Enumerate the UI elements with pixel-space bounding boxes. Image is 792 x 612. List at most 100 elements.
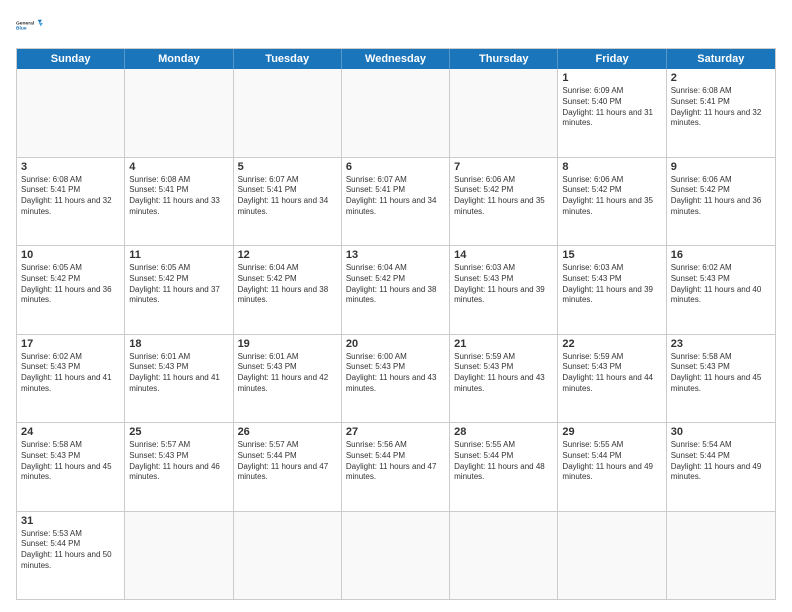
day-number: 17 [21,338,120,350]
cell-info: Sunrise: 6:09 AMSunset: 5:40 PMDaylight:… [562,86,661,129]
empty-cell [17,69,125,157]
day-number: 3 [21,161,120,173]
day-cell-8: 8 Sunrise: 6:06 AMSunset: 5:42 PMDaylight… [558,158,666,246]
day-number: 8 [562,161,661,173]
day-number: 18 [129,338,228,350]
day-number: 29 [562,426,661,438]
day-header-sunday: Sunday [17,49,125,69]
day-cell-30: 30Sunrise: 5:54 AMSunset: 5:44 PMDayligh… [667,423,775,511]
day-number: 6 [346,161,445,173]
cell-info: Sunrise: 6:02 AMSunset: 5:43 PMDaylight:… [671,263,771,306]
day-number: 19 [238,338,337,350]
day-cell-13: 13 Sunrise: 6:04 AMSunset: 5:42 PMDayligh… [342,246,450,334]
cell-info: Sunrise: 5:58 AMSunset: 5:43 PMDaylight:… [21,440,120,483]
day-number: 4 [129,161,228,173]
day-header-thursday: Thursday [450,49,558,69]
day-cell-26: 26Sunrise: 5:57 AMSunset: 5:44 PMDayligh… [234,423,342,511]
day-cell-21: 21 Sunrise: 5:59 AMSunset: 5:43 PMDayligh… [450,335,558,423]
logo: GeneralBlue [16,12,44,40]
day-cell-25: 25Sunrise: 5:57 AMSunset: 5:43 PMDayligh… [125,423,233,511]
day-cell-6: 6 Sunrise: 6:07 AMSunset: 5:41 PMDaylight… [342,158,450,246]
day-number: 22 [562,338,661,350]
day-cell-17: 17 Sunrise: 6:02 AMSunset: 5:43 PMDayligh… [17,335,125,423]
day-cell-3: 3Sunrise: 6:08 AMSunset: 5:41 PMDaylight… [17,158,125,246]
day-cell-2: 2 Sunrise: 6:08 AMSunset: 5:41 PMDaylight… [667,69,775,157]
calendar-row-2: 3Sunrise: 6:08 AMSunset: 5:41 PMDaylight… [17,157,775,246]
calendar-page: GeneralBlue SundayMondayTuesdayWednesday… [0,0,792,612]
calendar-header: SundayMondayTuesdayWednesdayThursdayFrid… [17,49,775,69]
day-number: 16 [671,249,771,261]
empty-cell [450,69,558,157]
cell-info: Sunrise: 6:06 AMSunset: 5:42 PMDaylight:… [671,175,771,218]
cell-info: Sunrise: 6:04 AMSunset: 5:42 PMDaylight:… [346,263,445,306]
cell-info: Sunrise: 5:55 AMSunset: 5:44 PMDaylight:… [562,440,661,483]
day-number: 13 [346,249,445,261]
cell-info: Sunrise: 5:58 AMSunset: 5:43 PMDaylight:… [671,352,771,395]
cell-info: Sunrise: 6:02 AMSunset: 5:43 PMDaylight:… [21,352,120,395]
day-number: 27 [346,426,445,438]
day-number: 11 [129,249,228,261]
empty-cell [234,512,342,600]
day-number: 12 [238,249,337,261]
day-cell-28: 28Sunrise: 5:55 AMSunset: 5:44 PMDayligh… [450,423,558,511]
cell-info: Sunrise: 5:57 AMSunset: 5:44 PMDaylight:… [238,440,337,483]
empty-cell [667,512,775,600]
day-cell-1: 1 Sunrise: 6:09 AMSunset: 5:40 PMDaylight… [558,69,666,157]
calendar-row-6: 31Sunrise: 5:53 AMSunset: 5:44 PMDayligh… [17,511,775,600]
day-cell-29: 29 Sunrise: 5:55 AMSunset: 5:44 PMDayligh… [558,423,666,511]
day-number: 14 [454,249,553,261]
day-number: 31 [21,515,120,527]
calendar-row-1: 1 Sunrise: 6:09 AMSunset: 5:40 PMDaylight… [17,69,775,157]
day-cell-24: 24 Sunrise: 5:58 AMSunset: 5:43 PMDayligh… [17,423,125,511]
header: GeneralBlue [16,12,776,40]
day-number: 7 [454,161,553,173]
day-number: 24 [21,426,120,438]
cell-info: Sunrise: 6:07 AMSunset: 5:41 PMDaylight:… [346,175,445,218]
day-cell-10: 10Sunrise: 6:05 AMSunset: 5:42 PMDayligh… [17,246,125,334]
calendar-row-4: 17 Sunrise: 6:02 AMSunset: 5:43 PMDayligh… [17,334,775,423]
day-cell-23: 23Sunrise: 5:58 AMSunset: 5:43 PMDayligh… [667,335,775,423]
cell-info: Sunrise: 6:01 AMSunset: 5:43 PMDaylight:… [238,352,337,395]
day-cell-15: 15 Sunrise: 6:03 AMSunset: 5:43 PMDayligh… [558,246,666,334]
day-cell-16: 16 Sunrise: 6:02 AMSunset: 5:43 PMDayligh… [667,246,775,334]
day-cell-9: 9Sunrise: 6:06 AMSunset: 5:42 PMDaylight… [667,158,775,246]
calendar: SundayMondayTuesdayWednesdayThursdayFrid… [16,48,776,600]
cell-info: Sunrise: 6:03 AMSunset: 5:43 PMDaylight:… [562,263,661,306]
day-number: 15 [562,249,661,261]
day-number: 1 [562,72,661,84]
empty-cell [234,69,342,157]
cell-info: Sunrise: 6:08 AMSunset: 5:41 PMDaylight:… [671,86,771,129]
day-number: 5 [238,161,337,173]
day-cell-18: 18Sunrise: 6:01 AMSunset: 5:43 PMDayligh… [125,335,233,423]
cell-info: Sunrise: 6:06 AMSunset: 5:42 PMDaylight:… [562,175,661,218]
day-header-tuesday: Tuesday [234,49,342,69]
calendar-row-5: 24 Sunrise: 5:58 AMSunset: 5:43 PMDayligh… [17,422,775,511]
day-header-monday: Monday [125,49,233,69]
cell-info: Sunrise: 6:07 AMSunset: 5:41 PMDaylight:… [238,175,337,218]
cell-info: Sunrise: 6:04 AMSunset: 5:42 PMDaylight:… [238,263,337,306]
calendar-body: 1 Sunrise: 6:09 AMSunset: 5:40 PMDaylight… [17,69,775,599]
day-cell-11: 11 Sunrise: 6:05 AMSunset: 5:42 PMDayligh… [125,246,233,334]
day-number: 20 [346,338,445,350]
day-number: 10 [21,249,120,261]
day-cell-14: 14 Sunrise: 6:03 AMSunset: 5:43 PMDayligh… [450,246,558,334]
day-header-friday: Friday [558,49,666,69]
cell-info: Sunrise: 6:03 AMSunset: 5:43 PMDaylight:… [454,263,553,306]
empty-cell [558,512,666,600]
cell-info: Sunrise: 6:06 AMSunset: 5:42 PMDaylight:… [454,175,553,218]
day-cell-12: 12 Sunrise: 6:04 AMSunset: 5:42 PMDayligh… [234,246,342,334]
cell-info: Sunrise: 5:56 AMSunset: 5:44 PMDaylight:… [346,440,445,483]
cell-info: Sunrise: 5:59 AMSunset: 5:43 PMDaylight:… [454,352,553,395]
cell-info: Sunrise: 6:00 AMSunset: 5:43 PMDaylight:… [346,352,445,395]
empty-cell [125,69,233,157]
day-cell-5: 5 Sunrise: 6:07 AMSunset: 5:41 PMDaylight… [234,158,342,246]
empty-cell [342,69,450,157]
day-cell-19: 19 Sunrise: 6:01 AMSunset: 5:43 PMDayligh… [234,335,342,423]
day-cell-20: 20 Sunrise: 6:00 AMSunset: 5:43 PMDayligh… [342,335,450,423]
calendar-row-3: 10 Sunrise: 6:05 AMSunset: 5:42 PMDayligh… [17,245,775,334]
day-number: 21 [454,338,553,350]
day-cell-4: 4Sunrise: 6:08 AMSunset: 5:41 PMDaylight… [125,158,233,246]
day-header-saturday: Saturday [667,49,775,69]
day-number: 2 [671,72,771,84]
cell-info: Sunrise: 6:05 AMSunset: 5:42 PMDaylight:… [129,263,228,306]
